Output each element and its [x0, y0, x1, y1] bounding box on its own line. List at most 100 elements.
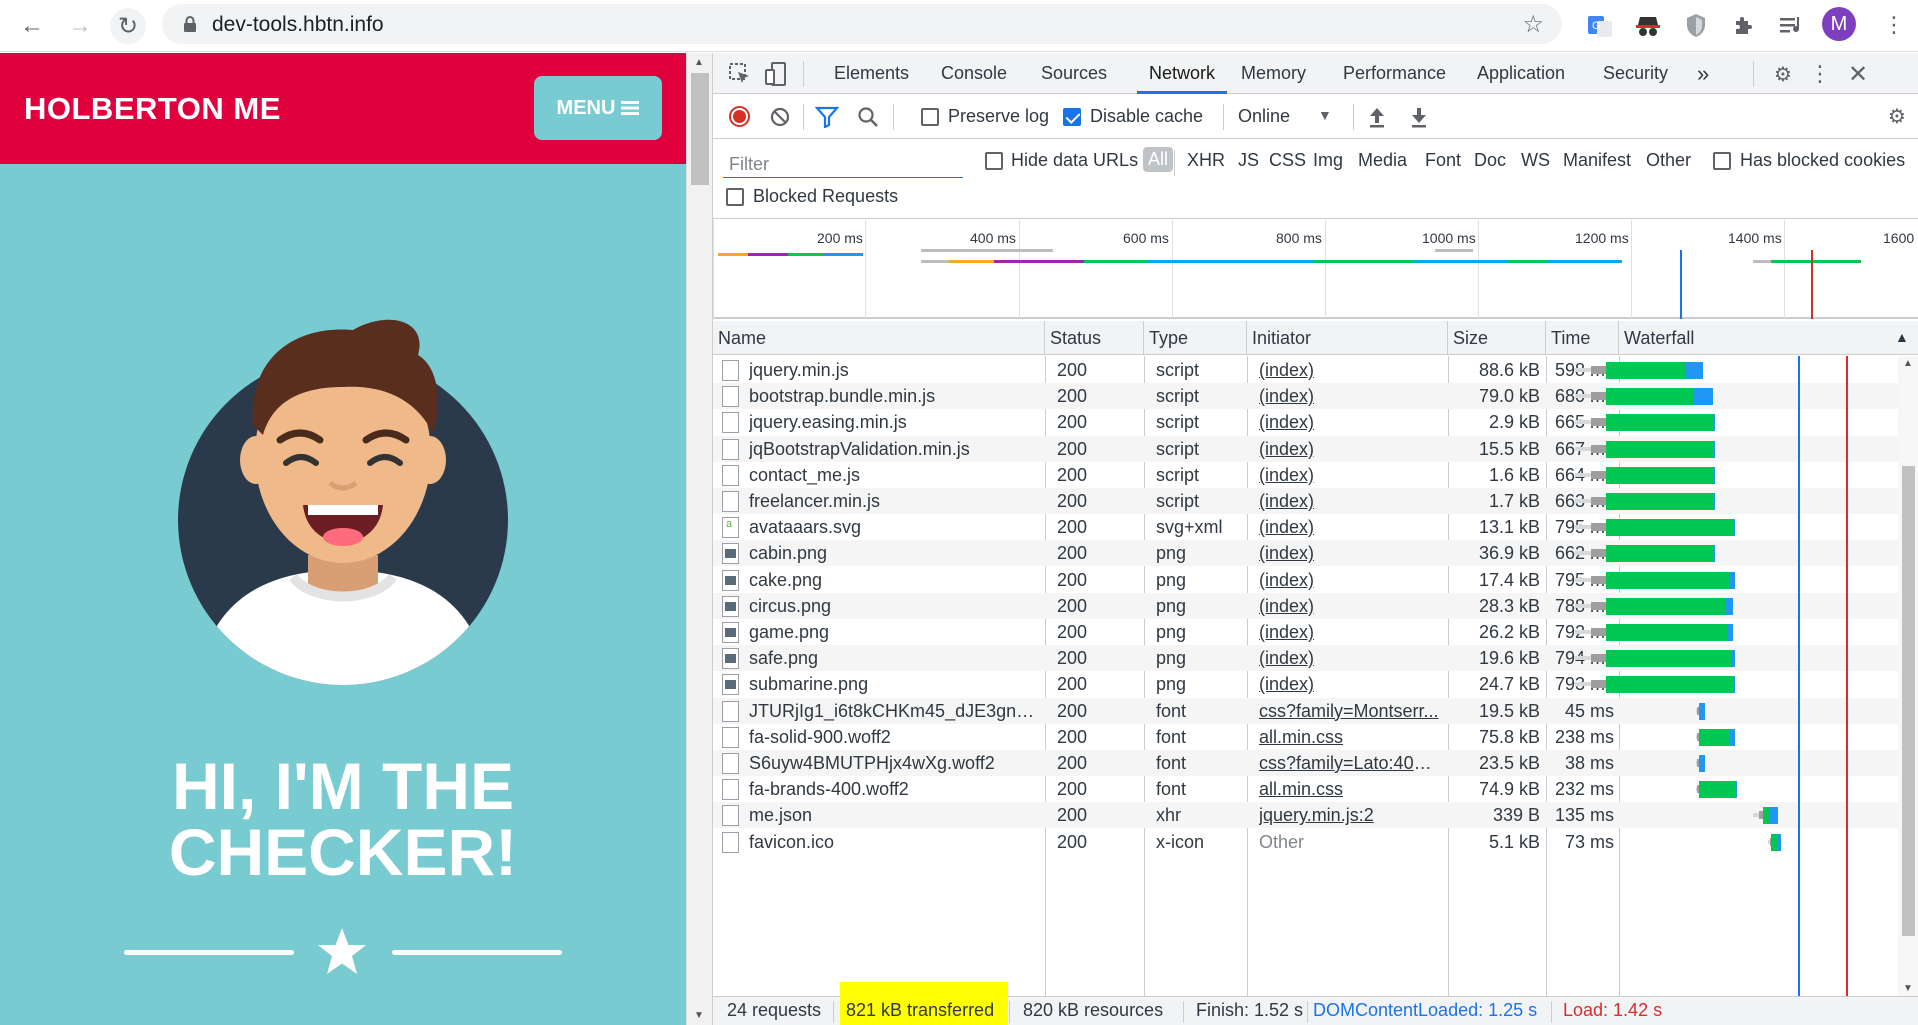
filter-type-all[interactable]: All	[1143, 147, 1174, 172]
table-row[interactable]: me.json 200 xhr jquery.min.js:2 339 B 135 ms	[713, 802, 1898, 829]
settings-gear-icon[interactable]: ⚙	[1769, 61, 1797, 87]
column-initiator[interactable]: Initiator	[1247, 321, 1448, 355]
filter-type-js[interactable]: JS	[1238, 150, 1259, 171]
close-devtools-icon[interactable]: ✕	[1845, 61, 1871, 88]
shield-extension-icon[interactable]	[1680, 10, 1712, 42]
filter-type-doc[interactable]: Doc	[1474, 150, 1506, 171]
request-list-scrollbar[interactable]: ▲ ▼	[1898, 356, 1918, 996]
request-initiator[interactable]: (index)	[1259, 488, 1439, 514]
request-name[interactable]: fa-brands-400.woff2	[749, 776, 1039, 802]
request-name[interactable]: S6uyw4BMUTPHjx4wXg.woff2	[749, 750, 1039, 776]
table-row[interactable]: submarine.png200png(index)24.7 kB793 ms	[713, 671, 1898, 697]
has-blocked-cookies-checkbox[interactable]	[1713, 152, 1731, 170]
request-initiator[interactable]: (index)	[1259, 645, 1439, 671]
table-row[interactable]: game.png200png(index)26.2 kB792 ms	[713, 619, 1898, 645]
table-row[interactable]: circus.png200png(index)28.3 kB788 ms	[713, 592, 1898, 619]
column-size[interactable]: Size	[1448, 321, 1546, 355]
page-scrollbar[interactable]: ▲ ▼	[686, 53, 712, 1025]
sort-ascending-icon[interactable]: ▲	[1895, 329, 1909, 345]
column-waterfall[interactable]: Waterfall	[1619, 321, 1918, 355]
column-type[interactable]: Type	[1144, 321, 1247, 355]
request-name[interactable]: contact_me.js	[749, 462, 1039, 488]
request-initiator[interactable]: (index)	[1259, 619, 1439, 645]
inspect-element-icon[interactable]	[727, 61, 753, 87]
page-scroll-thumb[interactable]	[691, 73, 709, 185]
request-initiator[interactable]: css?family=Lato:400,7...	[1259, 750, 1439, 776]
request-name[interactable]: circus.png	[749, 593, 1039, 619]
tab-sources[interactable]: Sources	[1041, 53, 1107, 94]
filter-type-media[interactable]: Media	[1358, 150, 1407, 171]
request-name[interactable]: fa-solid-900.woff2	[749, 724, 1039, 750]
scroll-up-icon[interactable]: ▲	[1903, 358, 1913, 369]
more-tabs-icon[interactable]: »	[1697, 53, 1709, 94]
table-row[interactable]: S6uyw4BMUTPHjx4wXg.woff2 200 font css?famil…	[713, 750, 1898, 776]
throttling-dropdown-icon[interactable]: ▼	[1318, 107, 1332, 123]
request-initiator[interactable]: (index)	[1259, 436, 1439, 462]
request-name[interactable]: cake.png	[749, 567, 1039, 593]
request-initiator[interactable]: jquery.min.js:2	[1259, 802, 1439, 828]
record-icon[interactable]	[729, 106, 750, 127]
table-row[interactable]: bootstrap.bundle.min.js 200 script (index) 7…	[713, 383, 1898, 410]
scroll-up-icon[interactable]: ▲	[694, 57, 704, 68]
filter-type-other[interactable]: Other	[1646, 150, 1691, 171]
table-row[interactable]: favicon.ico 200 x-icon Other 5.1 kB 73 ms	[713, 829, 1898, 855]
scroll-down-icon[interactable]: ▼	[694, 1010, 704, 1021]
table-row[interactable]: jquery.min.js 200 script (index) 88.6 kB 598 …	[713, 357, 1898, 383]
tab-network[interactable]: Network	[1137, 53, 1228, 94]
reload-icon[interactable]: ↻	[110, 8, 146, 44]
request-list-scroll-thumb[interactable]	[1902, 466, 1915, 936]
request-name[interactable]: submarine.png	[749, 671, 1039, 697]
filter-type-img[interactable]: Img	[1313, 150, 1343, 171]
tab-application[interactable]: Application	[1477, 53, 1565, 94]
browser-menu-icon[interactable]: ⋮	[1882, 12, 1906, 40]
spy-extension-icon[interactable]	[1632, 10, 1664, 42]
bookmark-star-icon[interactable]: ☆	[1522, 10, 1544, 39]
table-row[interactable]: freelancer.min.js 200 script (index) 1.7 kB 6…	[713, 488, 1898, 514]
site-brand[interactable]: HOLBERTON ME	[24, 91, 281, 127]
table-row[interactable]: contact_me.js200script(index)1.6 kB664 m…	[713, 462, 1898, 488]
table-row[interactable]: safe.png200png(index)19.6 kB794 ms	[713, 645, 1898, 672]
request-name[interactable]: JTURjIg1_i6t8kCHKm45_dJE3gnD_...	[749, 698, 1039, 724]
network-overview[interactable]: 200 ms 400 ms 600 ms 800 ms 1000 ms 1200…	[713, 220, 1918, 319]
blocked-requests-checkbox[interactable]	[726, 188, 744, 206]
scroll-down-icon[interactable]: ▼	[1903, 983, 1913, 994]
request-name[interactable]: safe.png	[749, 645, 1039, 671]
filter-type-css[interactable]: CSS	[1269, 150, 1306, 171]
request-initiator[interactable]: (index)	[1259, 409, 1439, 435]
forward-icon[interactable]: →	[62, 8, 98, 44]
profile-avatar[interactable]: M	[1822, 7, 1856, 41]
search-icon[interactable]	[857, 106, 879, 128]
request-initiator[interactable]: css?family=Montserr...	[1259, 698, 1439, 724]
back-icon[interactable]: ←	[14, 8, 50, 44]
filter-type-manifest[interactable]: Manifest	[1563, 150, 1631, 171]
request-initiator[interactable]: (index)	[1259, 357, 1439, 383]
google-translate-icon[interactable]: G	[1584, 10, 1616, 42]
request-initiator[interactable]: (index)	[1259, 593, 1439, 619]
column-name[interactable]: Name	[713, 321, 1045, 355]
devtools-menu-icon[interactable]: ⋮	[1809, 61, 1831, 87]
request-initiator[interactable]: (index)	[1259, 567, 1439, 593]
import-har-icon[interactable]	[1367, 106, 1387, 128]
hide-data-urls-checkbox[interactable]	[985, 152, 1003, 170]
site-menu-button[interactable]: MENU	[534, 76, 662, 140]
table-row[interactable]: jqBootstrapValidation.min.js 200 script (in…	[713, 435, 1898, 462]
clear-icon[interactable]	[769, 106, 791, 128]
filter-type-xhr[interactable]: XHR	[1187, 150, 1225, 171]
extensions-puzzle-icon[interactable]	[1728, 10, 1760, 42]
filter-input[interactable]: Filter	[723, 148, 963, 178]
media-queue-icon[interactable]	[1776, 10, 1808, 42]
filter-type-ws[interactable]: WS	[1521, 150, 1550, 171]
request-initiator[interactable]: (index)	[1259, 540, 1439, 566]
column-status[interactable]: Status	[1045, 321, 1144, 355]
request-initiator[interactable]: all.min.css	[1259, 724, 1439, 750]
table-row[interactable]: cabin.png200png(index)36.9 kB662 ms	[713, 540, 1898, 567]
tab-elements[interactable]: Elements	[834, 53, 909, 94]
request-name[interactable]: me.json	[749, 802, 1039, 828]
export-har-icon[interactable]	[1409, 106, 1429, 128]
tab-security[interactable]: Security	[1603, 53, 1668, 94]
table-row[interactable]: avataaars.svg200svg+xml(index)13.1 kB795…	[713, 514, 1898, 540]
filter-icon[interactable]	[815, 106, 839, 128]
table-row[interactable]: jquery.easing.min.js 200 script (index) 2.9 …	[713, 409, 1898, 435]
request-name[interactable]: favicon.ico	[749, 829, 1039, 855]
tab-performance[interactable]: Performance	[1343, 53, 1446, 94]
